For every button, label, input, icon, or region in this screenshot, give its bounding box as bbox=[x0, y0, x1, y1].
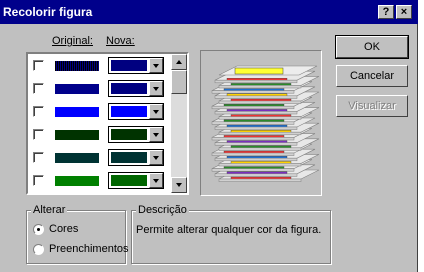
original-header-label: Original: bbox=[52, 35, 93, 47]
color-row bbox=[28, 169, 173, 193]
dropdown-arrow-button[interactable] bbox=[149, 127, 163, 142]
new-color-dropdown[interactable] bbox=[108, 103, 164, 120]
original-color-swatch bbox=[55, 61, 99, 71]
color-row bbox=[28, 77, 173, 101]
stacked-papers-icon bbox=[211, 65, 320, 182]
color-checkbox[interactable] bbox=[33, 129, 44, 140]
new-color-dropdown[interactable] bbox=[108, 57, 164, 74]
color-checkbox[interactable] bbox=[33, 152, 44, 163]
scroll-thumb[interactable] bbox=[171, 70, 187, 94]
dropdown-arrow-button[interactable] bbox=[149, 81, 163, 96]
cancel-button[interactable]: Cancelar bbox=[336, 65, 408, 87]
color-row bbox=[28, 54, 173, 78]
color-checkbox[interactable] bbox=[33, 60, 44, 71]
color-list[interactable] bbox=[26, 52, 189, 195]
new-color-dropdown[interactable] bbox=[108, 172, 164, 189]
chevron-down-icon bbox=[153, 156, 159, 160]
original-color-swatch bbox=[55, 130, 99, 140]
radio-cores[interactable] bbox=[33, 224, 44, 235]
dropdown-arrow-button[interactable] bbox=[149, 173, 163, 188]
new-color-swatch bbox=[111, 152, 147, 163]
ok-button[interactable]: OK bbox=[335, 35, 409, 59]
descricao-group: Descrição Permite alterar qualquer cor d… bbox=[131, 204, 331, 264]
new-color-swatch bbox=[111, 175, 147, 186]
chevron-down-icon bbox=[153, 110, 159, 114]
list-scrollbar[interactable] bbox=[171, 54, 187, 193]
scroll-down-button[interactable] bbox=[171, 177, 187, 193]
recolor-picture-dialog: Recolorir figura ? × Original: Nova: OK … bbox=[0, 0, 418, 272]
radio-cores-label[interactable]: Cores bbox=[49, 223, 78, 235]
new-color-dropdown[interactable] bbox=[108, 126, 164, 143]
color-checkbox[interactable] bbox=[33, 175, 44, 186]
original-color-swatch bbox=[55, 107, 99, 117]
alterar-label: Alterar bbox=[31, 204, 68, 216]
chevron-down-icon bbox=[153, 133, 159, 137]
dropdown-arrow-button[interactable] bbox=[149, 104, 163, 119]
chevron-down-icon bbox=[153, 64, 159, 68]
original-color-swatch bbox=[55, 176, 99, 186]
radio-preenchimentos-label[interactable]: Preenchimentos bbox=[49, 243, 129, 255]
descricao-text: Permite alterar qualquer cor da figura. bbox=[136, 224, 322, 236]
title-bar: Recolorir figura ? × bbox=[0, 0, 418, 24]
top-paper-sheet bbox=[218, 65, 318, 76]
color-checkbox[interactable] bbox=[33, 106, 44, 117]
new-color-dropdown[interactable] bbox=[108, 80, 164, 97]
new-color-swatch bbox=[111, 129, 147, 140]
close-button[interactable]: × bbox=[396, 5, 412, 19]
color-row bbox=[28, 123, 173, 147]
alterar-group: Alterar Cores Preenchimentos bbox=[26, 204, 129, 264]
help-button[interactable]: ? bbox=[378, 5, 394, 19]
color-row bbox=[28, 146, 173, 170]
dialog-title: Recolorir figura bbox=[3, 5, 93, 19]
chevron-down-icon bbox=[153, 179, 159, 183]
new-color-dropdown[interactable] bbox=[108, 149, 164, 166]
dropdown-arrow-button[interactable] bbox=[149, 58, 163, 73]
original-color-swatch bbox=[55, 84, 99, 94]
descricao-label: Descrição bbox=[136, 204, 189, 216]
chevron-down-icon bbox=[153, 87, 159, 91]
new-color-swatch bbox=[111, 60, 147, 71]
radio-preenchimentos[interactable] bbox=[33, 244, 44, 255]
preview-button[interactable]: Visualizar bbox=[336, 95, 408, 117]
arrow-up-icon bbox=[176, 60, 182, 64]
dropdown-arrow-button[interactable] bbox=[149, 150, 163, 165]
original-column-header: Original: bbox=[52, 35, 93, 47]
color-row bbox=[28, 100, 173, 124]
new-color-swatch bbox=[111, 83, 147, 94]
scroll-up-button[interactable] bbox=[171, 54, 187, 70]
new-header-label: Nova: bbox=[106, 35, 135, 47]
radio-selected-dot bbox=[37, 228, 40, 231]
color-checkbox[interactable] bbox=[33, 83, 44, 94]
original-color-swatch bbox=[55, 153, 99, 163]
arrow-down-icon bbox=[176, 183, 182, 187]
new-column-header: Nova: bbox=[106, 35, 135, 47]
new-color-swatch bbox=[111, 106, 147, 117]
picture-preview bbox=[200, 50, 322, 196]
